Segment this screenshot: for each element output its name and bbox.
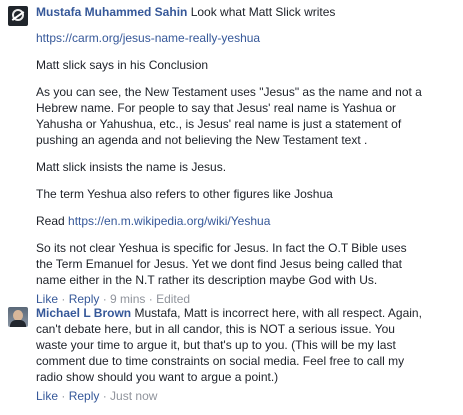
- paragraph-line: the Term Emanuel for Jesus. Yet we dont …: [36, 257, 402, 271]
- paragraph-line: waste your time to argue it, but that's …: [36, 338, 396, 352]
- paragraph-line: Yahusha or Yahushua, etc., is Jesus' rea…: [36, 117, 402, 131]
- author-name[interactable]: Michael L Brown: [36, 306, 131, 320]
- separator: ·: [99, 389, 111, 403]
- separator: ·: [145, 292, 157, 306]
- comment-text-first-line: Look what Matt Slick writes: [190, 5, 336, 19]
- separator: ·: [58, 389, 69, 403]
- like-button[interactable]: Like: [36, 389, 58, 403]
- reply-button[interactable]: Reply: [69, 389, 100, 403]
- read-prefix: Read: [36, 214, 69, 228]
- paragraph-line: comment due to time constraints on socia…: [36, 354, 405, 368]
- author-name[interactable]: Mustafa Muhammed Sahin: [36, 5, 187, 19]
- comment-paragraph: As you can see, the New Testament uses "…: [36, 84, 456, 148]
- comment-paragraph: Matt slick says in his Conclusion: [36, 58, 209, 72]
- paragraph-line: Hebrew name. For people to say that Jesu…: [36, 101, 397, 115]
- paragraph-line: name either in the N.T rather its descri…: [36, 273, 378, 287]
- paragraph-line: pushing an agenda and not believing the …: [36, 133, 368, 147]
- comment-header: Michael L Brown Mustafa, Matt is incorre…: [36, 305, 456, 321]
- edited-label[interactable]: Edited: [156, 292, 190, 306]
- paragraph-line: can't debate here, but in all candor, th…: [36, 322, 395, 336]
- separator: ·: [58, 292, 69, 306]
- timestamp[interactable]: Just now: [110, 389, 157, 403]
- paragraph-line: So its not clear Yeshua is specific for …: [36, 241, 407, 255]
- paragraph-line: As you can see, the New Testament uses "…: [36, 85, 422, 99]
- like-button[interactable]: Like: [36, 292, 58, 306]
- timestamp[interactable]: 9 mins: [110, 292, 145, 306]
- comment-paragraph: The term Yeshua also refers to other fig…: [36, 187, 333, 201]
- carm-link[interactable]: https://carm.org/jesus-name-really-yeshu…: [36, 31, 260, 45]
- separator: ·: [99, 292, 111, 306]
- reply-button[interactable]: Reply: [69, 292, 100, 306]
- avatar[interactable]: [8, 307, 28, 327]
- comment-paragraph: So its not clear Yeshua is specific for …: [36, 240, 456, 288]
- wikipedia-link[interactable]: https://en.m.wikipedia.org/wiki/Yeshua: [68, 214, 270, 228]
- paragraph-line: radio show should you want to argue a po…: [36, 370, 279, 384]
- paragraph-line: Mustafa, Matt is incorrect here, with al…: [134, 306, 422, 320]
- comment-actions: Like · Reply · Just now: [36, 388, 456, 404]
- avatar[interactable]: [8, 6, 28, 26]
- comment-paragraph: Read https://en.m.wikipedia.org/wiki/Yes…: [36, 213, 456, 229]
- comment-header: Mustafa Muhammed Sahin Look what Matt Sl…: [36, 4, 456, 20]
- comment-paragraph: Matt slick insists the name is Jesus.: [36, 160, 227, 174]
